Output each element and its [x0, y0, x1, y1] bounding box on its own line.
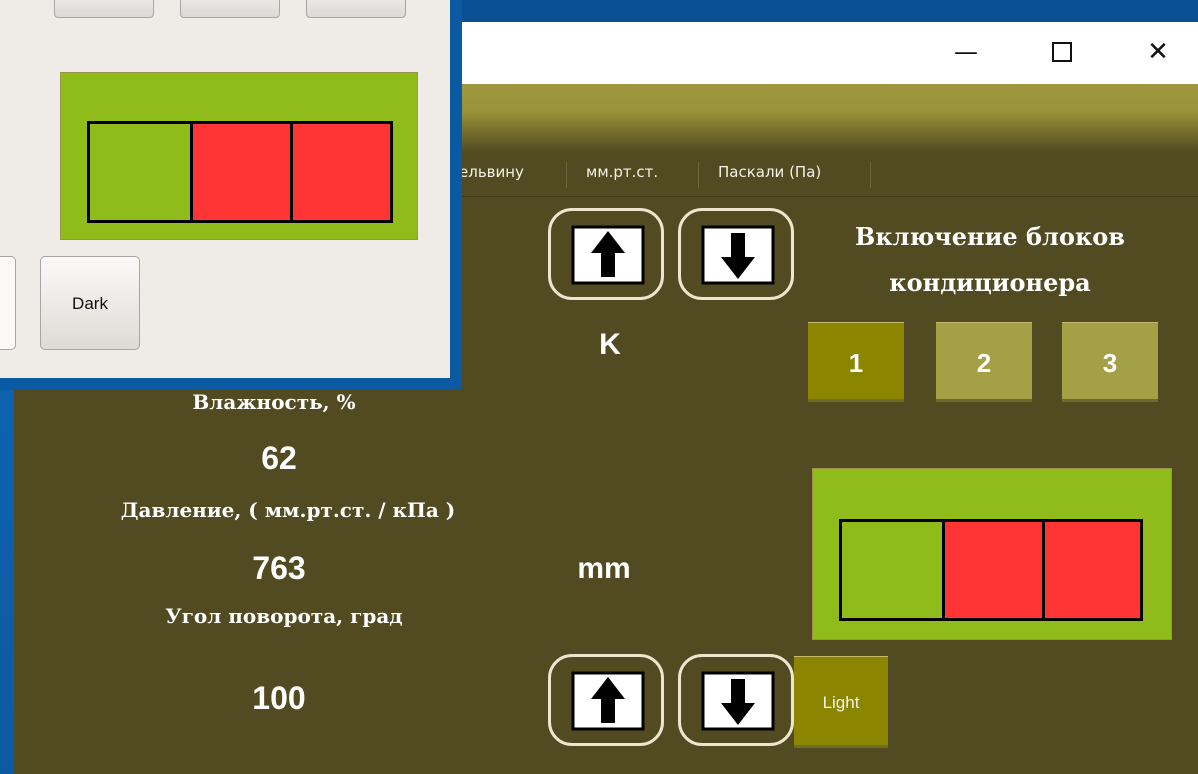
dark-theme-button[interactable]: Dark	[40, 256, 140, 350]
top-button-2[interactable]	[180, 0, 280, 18]
angle-down-button[interactable]	[678, 654, 794, 746]
menu-item-pascals[interactable]: Паскали (Па)	[718, 152, 821, 196]
temp-down-button[interactable]	[678, 208, 794, 300]
menu-separator	[698, 162, 699, 188]
menu-separator	[870, 162, 871, 188]
light-window-client: Dark	[0, 0, 450, 378]
temp-unit-label: K	[599, 328, 621, 361]
arrow-up-icon	[571, 671, 645, 731]
ac-status-indicator-light	[60, 72, 418, 240]
light-theme-button-clipped[interactable]	[0, 256, 16, 350]
angle-up-button[interactable]	[548, 654, 664, 746]
top-button-3[interactable]	[306, 0, 406, 18]
maximize-button[interactable]	[1042, 34, 1082, 70]
humidity-label: Влажность, %	[192, 390, 356, 414]
secondary-window-light: Dark	[0, 0, 462, 390]
ac-block-1-button[interactable]: 1	[808, 322, 904, 402]
indicator-cells-light	[87, 121, 393, 223]
pressure-value: 763	[252, 550, 306, 586]
top-button-1[interactable]	[54, 0, 154, 18]
menu-item-mmhg[interactable]: мм.рт.ст.	[586, 152, 658, 196]
pressure-unit-label: mm	[577, 552, 631, 585]
indicator-cell-1	[842, 522, 942, 618]
temp-up-button[interactable]	[548, 208, 664, 300]
ac-block-3-button[interactable]: 3	[1062, 322, 1158, 402]
angle-label: Угол поворота, град	[165, 604, 403, 628]
light-theme-button[interactable]: Light	[794, 656, 888, 748]
indicator-cell-3	[1042, 522, 1140, 618]
minimize-button[interactable]: —	[946, 34, 986, 70]
arrow-up-icon	[571, 225, 645, 285]
menu-separator	[566, 162, 567, 188]
indicator-cells	[839, 519, 1143, 621]
ac-title-line2: кондиционера	[889, 268, 1091, 297]
ac-block-2-button[interactable]: 2	[936, 322, 1032, 402]
indicator-cell-3	[290, 124, 390, 220]
arrow-down-icon	[701, 225, 775, 285]
arrow-down-icon	[701, 671, 775, 731]
indicator-cell-2	[190, 124, 290, 220]
ac-title-line1: Включение блоков	[855, 222, 1125, 251]
maximize-icon	[1052, 42, 1072, 62]
menu-item-kelvin[interactable]: ельвину	[459, 152, 524, 196]
indicator-cell-1	[90, 124, 190, 220]
ac-status-indicator	[812, 468, 1172, 640]
humidity-value: 62	[261, 440, 297, 476]
angle-value: 100	[252, 680, 306, 716]
indicator-cell-2	[942, 522, 1042, 618]
close-button[interactable]: ✕	[1138, 34, 1178, 70]
pressure-label: Давление, ( мм.рт.ст. / кПа )	[120, 498, 456, 522]
